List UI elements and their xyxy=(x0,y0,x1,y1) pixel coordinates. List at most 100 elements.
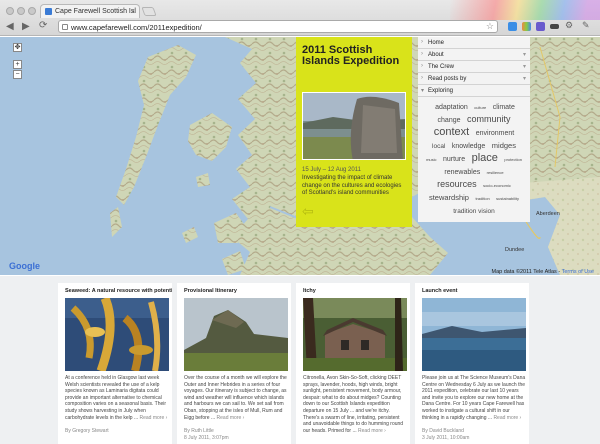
article-date: 3 July 2011, 10:00am xyxy=(422,435,470,441)
map-zoom-in-button[interactable]: + xyxy=(13,60,22,69)
extension-icon[interactable] xyxy=(522,22,531,31)
menu-item-label: The Crew xyxy=(428,64,455,70)
tag-link[interactable]: place xyxy=(472,152,498,164)
menu-item-home[interactable]: › Home xyxy=(418,37,530,49)
article-excerpt: Over the course of a month we will explo… xyxy=(184,375,288,421)
expedition-dates: 15 July – 12 Aug 2011 xyxy=(302,167,361,173)
site-menu: › Home › About ▾ › The Crew ▾ › Read pos… xyxy=(418,37,530,222)
browser-chrome: Cape Farewell Scottish Isl × ◀ ▶ ⟳ www.c… xyxy=(0,0,600,36)
article-excerpt: Please join us at The Science Museum's D… xyxy=(422,375,526,421)
tab-favicon-icon xyxy=(45,8,52,15)
previous-arrow-icon[interactable]: ⇦ xyxy=(302,203,314,220)
tag-link[interactable]: knowledge xyxy=(452,143,485,150)
map-zoom-out-button[interactable]: − xyxy=(13,70,22,79)
tag-link[interactable]: stewardship xyxy=(429,193,469,202)
extension-icon[interactable] xyxy=(536,22,545,31)
menu-item-exploring[interactable]: ▾ Exploring xyxy=(418,85,530,97)
menu-item-the-crew[interactable]: › The Crew ▾ xyxy=(418,61,530,73)
read-more-link[interactable]: Read more › xyxy=(358,428,386,434)
bookmark-star-icon[interactable]: ☆ xyxy=(486,21,494,32)
read-more-link[interactable]: Read more › xyxy=(493,415,521,421)
url-text: www.capefarewell.com/2011expedition/ xyxy=(71,23,202,32)
tag-link[interactable]: resilience xyxy=(487,170,504,175)
tag-link[interactable]: music xyxy=(426,157,436,162)
arrow-right-icon: › xyxy=(421,63,423,69)
tag-link[interactable]: tradition vision xyxy=(453,208,495,215)
expedition-title: 2011 Scottish Islands Expedition xyxy=(302,44,400,67)
article-author[interactable]: By David Buckland xyxy=(422,428,464,434)
expedition-description: Investigating the impact of climate chan… xyxy=(302,175,402,196)
article-image[interactable] xyxy=(65,298,169,371)
new-tab-button[interactable] xyxy=(141,7,157,16)
read-more-link[interactable]: Read more › xyxy=(140,415,168,421)
article-card[interactable]: Seaweed: A natural resource with potenti… xyxy=(58,283,172,444)
google-logo[interactable]: Google xyxy=(9,261,40,271)
chevron-down-icon: ▾ xyxy=(522,64,526,70)
tag-link[interactable]: context xyxy=(434,126,469,138)
article-excerpt-text: Citronella, Avon Skin-So-Soft, clicking … xyxy=(303,375,404,434)
forward-button[interactable]: ▶ xyxy=(22,21,30,32)
arrow-right-icon: › xyxy=(421,51,423,57)
tag-link[interactable]: protection xyxy=(504,157,522,162)
map-attribution: Map data ©2011 Tele Atlas - Terms of Use xyxy=(491,269,594,275)
read-more-link[interactable]: Read more › xyxy=(217,415,245,421)
browser-theme-decoration xyxy=(450,0,600,20)
article-title[interactable]: Itchy xyxy=(303,288,407,294)
tag-link[interactable]: midges xyxy=(492,141,516,150)
article-author[interactable]: By Ruth Little xyxy=(184,428,214,434)
tag-link[interactable]: culture xyxy=(474,105,486,110)
map-attribution-text: Map data ©2011 Tele Atlas - xyxy=(491,269,561,275)
browser-tab[interactable]: Cape Farewell Scottish Isl × xyxy=(40,4,140,18)
menu-item-label: About xyxy=(428,52,444,58)
tag-link[interactable]: adaptation xyxy=(435,104,468,111)
address-bar[interactable]: www.capefarewell.com/2011expedition/ ☆ xyxy=(58,20,498,33)
expedition-panel: 2011 Scottish Islands Expedition 15 July… xyxy=(296,37,412,227)
terms-of-use-link[interactable]: Terms of Use xyxy=(562,269,594,275)
article-title[interactable]: Launch event xyxy=(422,288,526,294)
tools-icon[interactable]: ✎ xyxy=(582,20,591,30)
extension-icon[interactable] xyxy=(550,24,559,29)
article-excerpt: At a conference held in Glasgow last wee… xyxy=(65,375,169,421)
tag-link[interactable]: socio-economic xyxy=(483,183,511,188)
tag-link[interactable]: community xyxy=(467,114,511,124)
chevron-down-icon: ▾ xyxy=(522,76,526,82)
tag-link[interactable]: local xyxy=(432,143,445,150)
chevron-down-icon: ▾ xyxy=(522,52,526,58)
article-image[interactable] xyxy=(184,298,288,371)
tag-link[interactable]: environment xyxy=(476,130,515,137)
map-label-aberdeen: Aberdeen xyxy=(536,211,560,217)
tag-link[interactable]: sustainability xyxy=(496,196,519,201)
expedition-photo[interactable] xyxy=(302,92,406,160)
tab-title: Cape Farewell Scottish Isl xyxy=(55,8,136,15)
tag-link[interactable]: resources xyxy=(437,179,477,189)
extension-icon[interactable] xyxy=(508,22,517,31)
minimize-window-button[interactable] xyxy=(17,7,25,15)
article-card[interactable]: Itchy Citronella, Avon Skin-So-Soft, cli… xyxy=(296,283,410,444)
article-title[interactable]: Seaweed: A natural resource with potenti… xyxy=(65,288,172,294)
tag-link[interactable]: tradition xyxy=(475,196,489,201)
article-author[interactable]: By Gregory Stewart xyxy=(65,428,109,434)
tab-close-icon[interactable]: × xyxy=(130,7,135,16)
menu-item-label: Home xyxy=(428,40,445,46)
close-window-button[interactable] xyxy=(6,7,14,15)
article-card[interactable]: Provisional Itinerary Over the course of… xyxy=(177,283,291,444)
menu-item-read-posts-by[interactable]: › Read posts by ▾ xyxy=(418,73,530,85)
arrow-right-icon: › xyxy=(421,75,423,81)
wrench-icon[interactable]: ⚙ xyxy=(565,20,574,30)
article-title[interactable]: Provisional Itinerary xyxy=(184,288,288,294)
back-button[interactable]: ◀ xyxy=(6,21,14,32)
reload-button[interactable]: ⟳ xyxy=(39,20,47,31)
article-image[interactable] xyxy=(303,298,407,371)
arrow-right-icon: › xyxy=(421,39,423,45)
article-card[interactable]: Launch event Please join us at The Scien… xyxy=(415,283,529,444)
menu-item-about[interactable]: › About ▾ xyxy=(418,49,530,61)
map-pan-control[interactable]: ✥ xyxy=(13,43,22,52)
article-image[interactable] xyxy=(422,298,526,371)
menu-item-label: Read posts by xyxy=(428,76,467,82)
map-label-dundee: Dundee xyxy=(505,247,525,253)
tag-link[interactable]: renewables xyxy=(444,169,480,176)
tag-link[interactable]: nurture xyxy=(443,156,465,163)
maximize-window-button[interactable] xyxy=(28,7,36,15)
menu-item-label: Exploring xyxy=(428,88,454,94)
tag-cloud: adaptation culture climate change commun… xyxy=(418,97,530,222)
